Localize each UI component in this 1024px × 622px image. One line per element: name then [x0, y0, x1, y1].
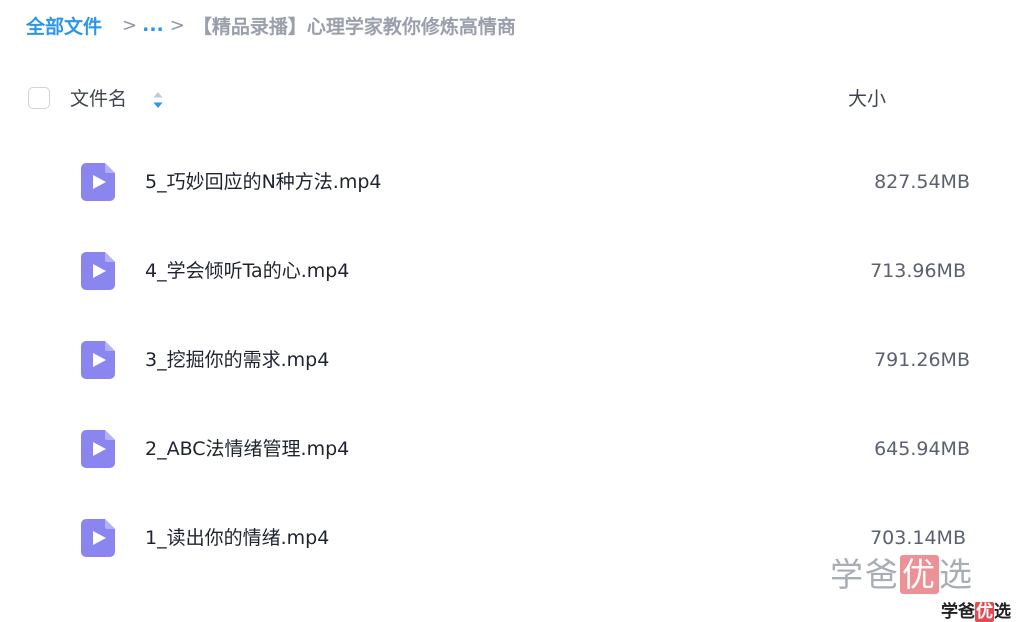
breadcrumb-current-folder: 【精品录播】心理学家教你修炼高情商: [192, 15, 516, 38]
file-name[interactable]: 2_ABC法情绪管理.mp4: [145, 434, 349, 464]
file-list-header: 文件名 大小: [28, 84, 988, 114]
select-all-checkbox[interactable]: [28, 87, 50, 109]
watermark-text: 学爸: [941, 602, 975, 622]
file-size: 791.26MB: [874, 349, 970, 371]
watermark-text: 选: [939, 555, 974, 594]
breadcrumb-all-files-link[interactable]: 全部文件: [26, 12, 102, 39]
column-header-filename[interactable]: 文件名: [70, 84, 127, 114]
file-row[interactable]: 4_学会倾听Ta的心.mp4 713.96MB: [0, 226, 1024, 316]
watermark-highlight: 优: [900, 555, 939, 594]
file-name[interactable]: 1_读出你的情绪.mp4: [145, 523, 329, 553]
file-size: 713.96MB: [870, 260, 966, 282]
file-name[interactable]: 5_巧妙回应的N种方法.mp4: [145, 167, 382, 197]
column-header-size[interactable]: 大小: [848, 84, 886, 114]
breadcrumb-separator: >: [122, 14, 138, 36]
video-file-icon: [81, 341, 117, 379]
file-name[interactable]: 3_挖掘你的需求.mp4: [145, 345, 329, 375]
file-row[interactable]: 3_挖掘你的需求.mp4 791.26MB: [0, 315, 1024, 405]
file-row[interactable]: 2_ABC法情绪管理.mp4 645.94MB: [0, 404, 1024, 494]
file-size: 827.54MB: [874, 171, 970, 193]
watermark-highlight: 优: [975, 602, 994, 622]
video-file-icon: [81, 163, 117, 201]
file-row[interactable]: 5_巧妙回应的N种方法.mp4 827.54MB: [0, 137, 1024, 227]
breadcrumb-ellipsis-link[interactable]: ...: [142, 14, 164, 36]
file-name[interactable]: 4_学会倾听Ta的心.mp4: [145, 256, 349, 286]
video-file-icon: [81, 430, 117, 468]
watermark-text: 选: [994, 602, 1011, 622]
sort-icon[interactable]: [152, 89, 164, 111]
watermark-text: 学爸: [830, 555, 900, 594]
video-file-icon: [81, 252, 117, 290]
breadcrumb-separator: >: [169, 14, 185, 36]
watermark-large: 学爸优选: [830, 548, 974, 596]
video-file-icon: [81, 519, 117, 557]
file-size: 645.94MB: [874, 438, 970, 460]
breadcrumb: 全部文件 > ... > 【精品录播】心理学家教你修炼高情商: [26, 10, 516, 40]
watermark-small: 学爸优选: [941, 597, 1011, 622]
